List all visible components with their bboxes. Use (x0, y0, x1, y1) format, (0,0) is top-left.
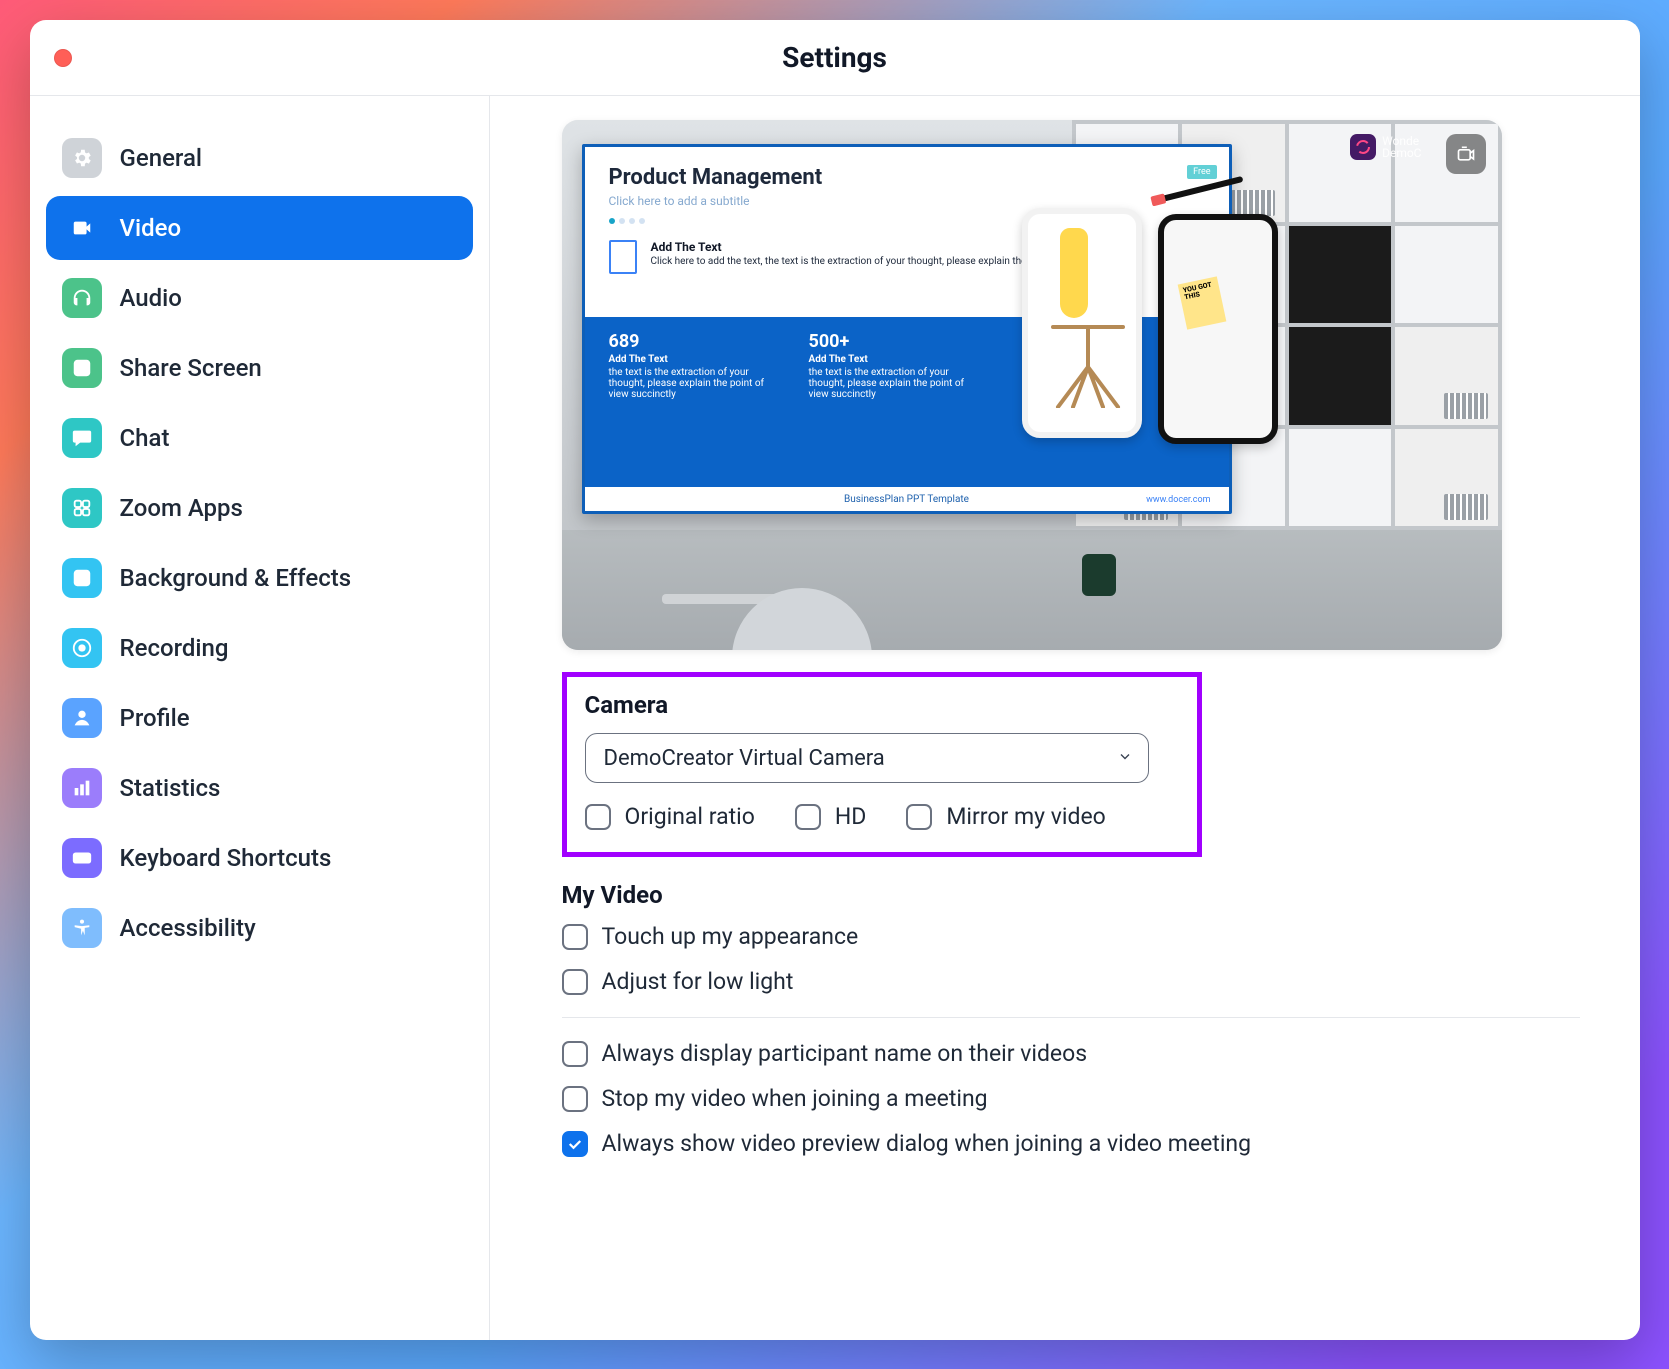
checkbox-label: Touch up my appearance (602, 923, 859, 950)
stop-video-on-join-checkbox[interactable]: Stop my video when joining a meeting (562, 1085, 1580, 1112)
checkbox-label: Always display participant name on their… (602, 1040, 1088, 1067)
phone-mockup-2: YOU GOT THIS (1158, 214, 1278, 444)
sidebar-item-statistics[interactable]: Statistics (46, 756, 473, 820)
sidebar-item-label: Chat (120, 424, 170, 452)
my-video-section-title: My Video (562, 881, 1580, 909)
sidebar-item-audio[interactable]: Audio (46, 266, 473, 330)
checkbox-label: Always show video preview dialog when jo… (602, 1130, 1252, 1157)
brand-logo-icon (1350, 134, 1376, 160)
main-panel: Free Product Management Click here to ad… (490, 96, 1640, 1340)
record-icon (62, 628, 102, 668)
slide-stat-2: 500+ Add The Text the text is the extrac… (809, 331, 969, 465)
arrow-up-square-icon (62, 348, 102, 388)
low-light-checkbox[interactable]: Adjust for low light (562, 968, 1580, 995)
sidebar-item-label: Video (120, 214, 182, 242)
slide-link: www.docer.com (1146, 495, 1210, 505)
sidebar-item-zoom-apps[interactable]: Zoom Apps (46, 476, 473, 540)
keyboard-icon (62, 838, 102, 878)
window-body: General Video Audio Share Screen (30, 96, 1640, 1340)
sidebar-item-label: Zoom Apps (120, 494, 243, 522)
checkbox-label: Mirror my video (946, 803, 1105, 830)
checkbox-box (585, 804, 611, 830)
sidebar-item-label: General (120, 144, 203, 172)
checkbox-box (795, 804, 821, 830)
sidebar-item-label: Profile (120, 704, 190, 732)
camera-section-highlight: Camera DemoCreator Virtual Camera Origin… (562, 672, 1202, 857)
gear-icon (62, 138, 102, 178)
divider (562, 1017, 1580, 1018)
user-icon (62, 698, 102, 738)
camera-select-value: DemoCreator Virtual Camera (604, 746, 885, 771)
checkbox-box (906, 804, 932, 830)
checkbox-label: HD (835, 803, 867, 830)
hd-checkbox[interactable]: HD (795, 803, 867, 830)
slide-subtitle: Click here to add a subtitle (609, 194, 1205, 208)
checkbox-label: Adjust for low light (602, 968, 794, 995)
camera-select[interactable]: DemoCreator Virtual Camera (585, 733, 1149, 783)
checkbox-box (562, 1041, 588, 1067)
sticky-note: YOU GOT THIS (1177, 276, 1226, 329)
preview-desk (562, 530, 1502, 650)
sidebar-item-recording[interactable]: Recording (46, 616, 473, 680)
sidebar-item-label: Keyboard Shortcuts (120, 844, 332, 872)
checkbox-box (562, 969, 588, 995)
watermark-brand: WondeDemoC (1350, 134, 1421, 160)
sidebar-item-label: Recording (120, 634, 229, 662)
window-close-button[interactable] (54, 49, 72, 67)
display-name-checkbox[interactable]: Always display participant name on their… (562, 1040, 1580, 1067)
checkbox-label: Original ratio (625, 803, 755, 830)
sidebar-item-share-screen[interactable]: Share Screen (46, 336, 473, 400)
sidebar-item-label: Statistics (120, 774, 221, 802)
phone-mockup-1 (1022, 208, 1142, 438)
slide-footer: BusinessPlan PPT Template (844, 494, 969, 505)
checkbox-box (562, 924, 588, 950)
video-camera-icon (62, 208, 102, 248)
settings-window: Settings General Video Audio (30, 20, 1640, 1340)
sidebar-item-profile[interactable]: Profile (46, 686, 473, 750)
sidebar-item-label: Audio (120, 284, 182, 312)
show-preview-checkbox[interactable]: Always show video preview dialog when jo… (562, 1130, 1580, 1157)
camera-section-title: Camera (585, 691, 1179, 719)
checkbox-label: Stop my video when joining a meeting (602, 1085, 988, 1112)
user-rect-icon (62, 558, 102, 598)
bar-chart-icon (62, 768, 102, 808)
titlebar: Settings (30, 20, 1640, 96)
sidebar-item-label: Share Screen (120, 354, 262, 382)
checkbox-box (562, 1131, 588, 1157)
sidebar-item-label: Accessibility (120, 914, 256, 942)
original-ratio-checkbox[interactable]: Original ratio (585, 803, 755, 830)
sidebar-item-chat[interactable]: Chat (46, 406, 473, 470)
sidebar-item-label: Background & Effects (120, 564, 352, 592)
sidebar-item-general[interactable]: General (46, 126, 473, 190)
video-preview: Free Product Management Click here to ad… (562, 120, 1502, 650)
touch-up-checkbox[interactable]: Touch up my appearance (562, 923, 1580, 950)
notebook-icon (609, 240, 637, 274)
window-title: Settings (782, 41, 887, 74)
free-tag: Free (1187, 165, 1216, 179)
headphones-icon (62, 278, 102, 318)
sidebar: General Video Audio Share Screen (30, 96, 490, 1340)
sidebar-item-background-effects[interactable]: Background & Effects (46, 546, 473, 610)
sidebar-item-accessibility[interactable]: Accessibility (46, 896, 473, 960)
slide-title: Product Management (609, 165, 1205, 190)
apps-icon (62, 488, 102, 528)
mirror-video-checkbox[interactable]: Mirror my video (906, 803, 1105, 830)
rotate-camera-button[interactable] (1446, 134, 1486, 174)
sidebar-item-keyboard-shortcuts[interactable]: Keyboard Shortcuts (46, 826, 473, 890)
slide-stat-1: 689 Add The Text the text is the extract… (609, 331, 769, 465)
chevron-down-icon (1117, 746, 1133, 771)
checkbox-box (562, 1086, 588, 1112)
chat-bubble-icon (62, 418, 102, 458)
accessibility-icon (62, 908, 102, 948)
sidebar-item-video[interactable]: Video (46, 196, 473, 260)
